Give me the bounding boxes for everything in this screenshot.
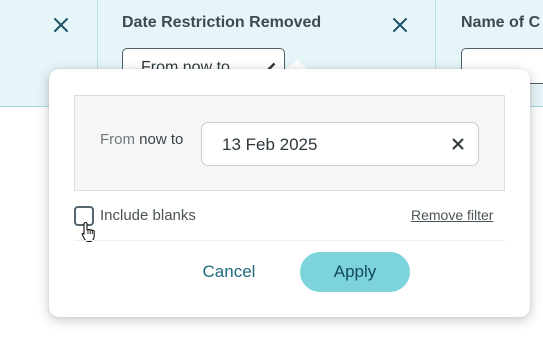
remove-column-close-icon[interactable] <box>51 15 71 35</box>
date-range-panel: From now to 13 Feb 2025 <box>74 95 505 191</box>
cancel-button[interactable]: Cancel <box>179 252 279 292</box>
range-label: From now to <box>100 131 183 148</box>
end-date-input[interactable]: 13 Feb 2025 <box>201 122 479 166</box>
end-date-value: 13 Feb 2025 <box>222 135 318 154</box>
apply-button[interactable]: Apply <box>300 252 410 292</box>
clear-date-icon[interactable] <box>450 136 466 152</box>
close-icon <box>54 18 68 32</box>
range-label-suffix: now to <box>139 131 184 148</box>
close-icon <box>393 18 407 32</box>
range-label-prefix: From <box>100 131 135 148</box>
column-title-date-restriction: Date Restriction Removed <box>122 14 322 31</box>
popover-divider <box>74 240 505 241</box>
include-blanks-label: Include blanks <box>100 207 196 224</box>
column-title-name: Name of C <box>461 14 541 31</box>
remove-filter-link[interactable]: Remove filter <box>411 207 493 223</box>
hand-cursor-icon <box>81 221 97 248</box>
remove-column-close-icon[interactable] <box>390 15 410 35</box>
date-filter-popover: From now to 13 Feb 2025 Include blanks R… <box>49 69 530 317</box>
